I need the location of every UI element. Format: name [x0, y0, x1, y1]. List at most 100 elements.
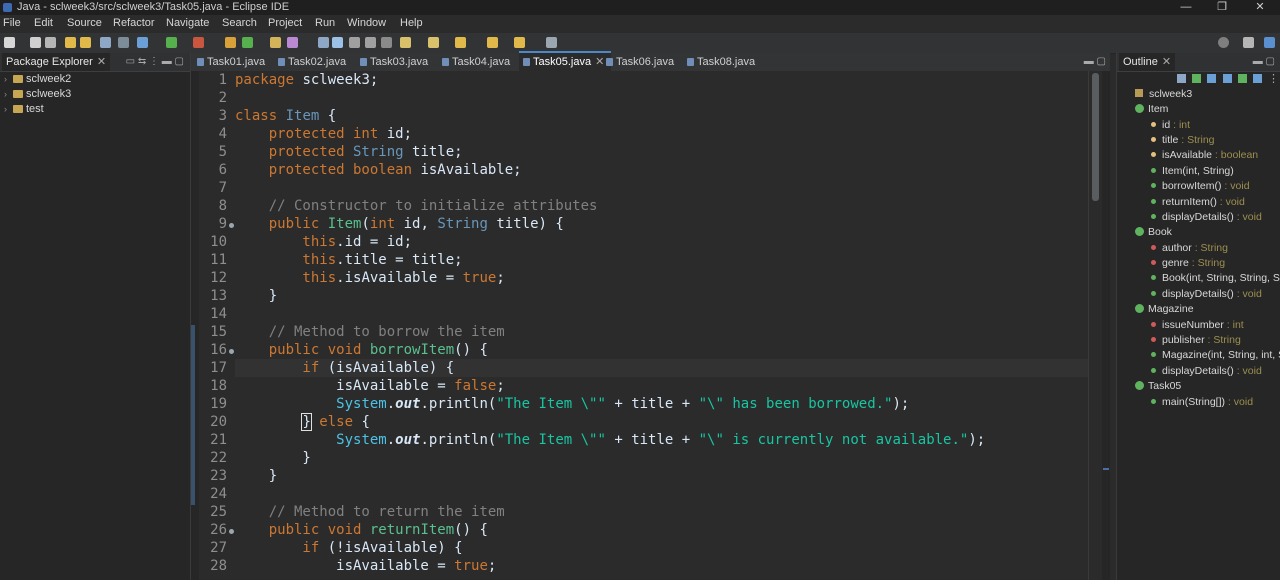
menu-window[interactable]: Window: [347, 17, 386, 29]
menu-help[interactable]: Help: [400, 17, 423, 29]
chevron-right-icon[interactable]: ›: [4, 104, 13, 114]
open-perspective-icon[interactable]: [1243, 37, 1254, 48]
minimize-maximize-icons[interactable]: ▬ ▢: [1084, 56, 1106, 67]
member-name: isAvailable: [1162, 149, 1213, 161]
outline-member[interactable]: main(String[]) : void: [1151, 396, 1253, 411]
minimize-maximize-icons[interactable]: ▬ ▢: [1253, 56, 1275, 67]
tab-task02[interactable]: Task02.java: [274, 53, 360, 71]
menu-source[interactable]: Source: [67, 17, 102, 29]
menu-edit[interactable]: Edit: [34, 17, 53, 29]
eclipse-logo-icon: [3, 3, 12, 12]
occurrence-marker[interactable]: [1103, 468, 1109, 470]
outline-member[interactable]: id : int: [1151, 119, 1190, 134]
scrollbar-thumb[interactable]: [1092, 73, 1099, 201]
minimize-button[interactable]: —: [1168, 0, 1204, 15]
code-text-area[interactable]: package sclweek3; class Item { protected…: [235, 71, 1088, 580]
skip-breakpoints-icon[interactable]: [118, 37, 129, 48]
last-edit-location-icon[interactable]: [455, 37, 466, 48]
search-tool-icon[interactable]: [287, 37, 298, 48]
menu-run[interactable]: Run: [315, 17, 335, 29]
tab-task05[interactable]: Task05.java ✕: [519, 51, 611, 71]
outline-member[interactable]: publisher : String: [1151, 334, 1241, 349]
undo-icon[interactable]: [65, 37, 76, 48]
close-icon[interactable]: ✕: [97, 56, 106, 68]
tab-task06[interactable]: Task06.java: [602, 53, 688, 71]
chevron-right-icon[interactable]: ›: [4, 74, 13, 84]
block-selection-icon[interactable]: [365, 37, 376, 48]
view-menu-icon[interactable]: ⋮: [1268, 72, 1279, 85]
fold-marker-icon[interactable]: [229, 529, 234, 534]
vertical-scrollbar[interactable]: [1088, 71, 1103, 580]
show-whitespace-icon[interactable]: [381, 37, 392, 48]
toggle-mark-occurrences-icon[interactable]: [332, 37, 343, 48]
new-icon[interactable]: [4, 37, 15, 48]
debug-icon[interactable]: [137, 37, 148, 48]
menu-file[interactable]: File: [3, 17, 21, 29]
hide-fields-icon[interactable]: [1207, 74, 1216, 83]
outline-member[interactable]: issueNumber : int: [1151, 319, 1244, 334]
outline-member[interactable]: returnItem() : void: [1151, 196, 1245, 211]
close-icon[interactable]: ✕: [1162, 56, 1171, 68]
menu-search[interactable]: Search: [222, 17, 257, 29]
maximize-button[interactable]: ❐: [1204, 0, 1240, 15]
outline-member[interactable]: isAvailable : boolean: [1151, 149, 1258, 164]
outline-class-item[interactable]: Item: [1135, 103, 1168, 118]
outline-member[interactable]: displayDetails() : void: [1151, 211, 1262, 226]
outline-member[interactable]: genre : String: [1151, 257, 1225, 272]
hide-local-types-icon[interactable]: [1253, 74, 1262, 83]
outline-member[interactable]: Magazine(int, String, int, S: [1151, 349, 1280, 364]
hide-static-icon[interactable]: [1223, 74, 1232, 83]
hide-non-public-icon[interactable]: [1238, 74, 1247, 83]
outline-member[interactable]: Item(int, String): [1151, 165, 1234, 180]
tree-item-sclweek3[interactable]: › sclweek3: [4, 88, 71, 103]
previous-annotation-icon[interactable]: [428, 37, 439, 48]
fold-marker-icon[interactable]: [229, 349, 234, 354]
menu-navigate[interactable]: Navigate: [166, 17, 209, 29]
close-button[interactable]: ✕: [1242, 0, 1278, 15]
menu-refactor[interactable]: Refactor: [113, 17, 155, 29]
outline-class-magazine[interactable]: Magazine: [1135, 303, 1194, 318]
outline-member[interactable]: displayDetails() : void: [1151, 288, 1262, 303]
open-type-icon[interactable]: [270, 37, 281, 48]
collapse-all-icon[interactable]: [1177, 74, 1186, 83]
back-icon[interactable]: [487, 37, 498, 48]
toggle-word-wrap-icon[interactable]: [349, 37, 360, 48]
save-icon[interactable]: [30, 37, 41, 48]
fold-marker-icon[interactable]: [229, 223, 234, 228]
new-java-project-icon[interactable]: [225, 37, 236, 48]
outline-package[interactable]: sclweek3: [1135, 88, 1192, 103]
chevron-right-icon[interactable]: ›: [4, 89, 13, 99]
forward-icon[interactable]: [514, 37, 525, 48]
tab-task04[interactable]: Task04.java: [438, 53, 524, 71]
outline-member[interactable]: borrowItem() : void: [1151, 180, 1250, 195]
tab-outline[interactable]: Outline ✕: [1119, 53, 1176, 71]
tree-item-test[interactable]: › test: [4, 103, 44, 118]
keyword: package: [235, 72, 295, 88]
java-perspective-icon[interactable]: [1264, 37, 1275, 48]
redo-icon[interactable]: [80, 37, 91, 48]
tab-task01[interactable]: Task01.java: [193, 53, 279, 71]
outline-class-book[interactable]: Book: [1135, 226, 1172, 241]
menu-project[interactable]: Project: [268, 17, 302, 29]
tree-item-sclweek2[interactable]: › sclweek2: [4, 73, 71, 88]
external-tools-icon[interactable]: [193, 37, 204, 48]
tab-task03[interactable]: Task03.java: [356, 53, 442, 71]
tab-package-explorer[interactable]: Package Explorer ✕: [2, 53, 111, 71]
member-name: issueNumber: [1162, 319, 1224, 331]
tab-task08[interactable]: Task08.java: [683, 53, 769, 71]
view-menu-icon[interactable]: ▭ ⇆ ⋮ ▬ ▢: [126, 56, 184, 67]
terminal-icon[interactable]: [100, 37, 111, 48]
new-class-icon[interactable]: [242, 37, 253, 48]
outline-class-task05[interactable]: Task05: [1135, 380, 1181, 395]
save-all-icon[interactable]: [45, 37, 56, 48]
outline-member[interactable]: Book(int, String, String, Str: [1151, 272, 1280, 287]
search-icon[interactable]: [1218, 37, 1229, 48]
pin-editor-icon[interactable]: [546, 37, 557, 48]
outline-member[interactable]: displayDetails() : void: [1151, 365, 1262, 380]
sort-icon[interactable]: [1192, 74, 1201, 83]
toggle-breadcrumb-icon[interactable]: [318, 37, 329, 48]
outline-member[interactable]: title : String: [1151, 134, 1215, 149]
next-annotation-icon[interactable]: [400, 37, 411, 48]
outline-member[interactable]: author : String: [1151, 242, 1228, 257]
run-icon[interactable]: [166, 37, 177, 48]
